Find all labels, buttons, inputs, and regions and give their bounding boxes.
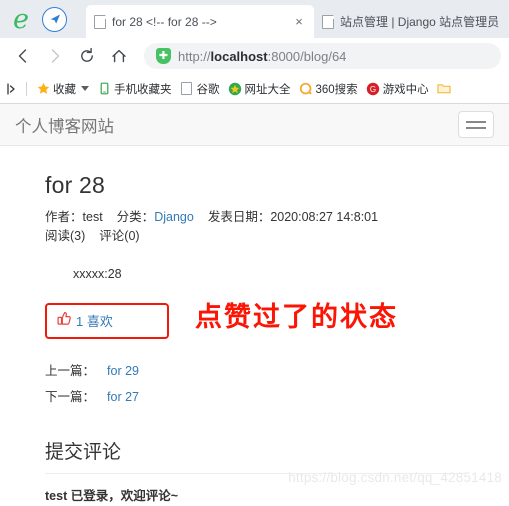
bookmark-hao123[interactable]: 网址大全 <box>226 81 293 97</box>
author-label: 作者： <box>45 210 83 224</box>
url-text: http://localhost:8000/blog/64 <box>178 48 347 64</box>
url-host: localhost <box>210 48 268 64</box>
bookmark-label: 网址大全 <box>244 83 291 96</box>
browser-window: e for 28 <!-- for 28 --> × 站点管理 | Django… <box>0 0 509 506</box>
star-icon <box>36 82 50 96</box>
hamburger-menu-icon[interactable] <box>458 111 494 138</box>
content-container: for 28 作者：test 分类：Django 发表日期：2020:08:27 1… <box>0 172 509 506</box>
red-annotation-text: 点赞过了的状态 <box>195 302 398 332</box>
divider <box>26 81 27 96</box>
like-button[interactable]: 1 喜欢 <box>51 311 113 330</box>
chevron-down-icon[interactable] <box>81 86 89 91</box>
tab-title: for 28 <!-- for 28 --> <box>112 14 217 29</box>
forward-arrow-icon[interactable] <box>40 41 70 71</box>
bookmark-label: 游戏中心 <box>382 83 429 96</box>
bookmark-folder[interactable] <box>435 82 453 96</box>
reload-icon[interactable] <box>72 41 102 71</box>
doc-icon <box>180 82 194 96</box>
browser-tab-inactive[interactable]: 站点管理 | Django 站点管理员 <box>314 5 507 38</box>
folder-icon <box>437 82 451 96</box>
bookmark-label: 谷歌 <box>196 83 220 96</box>
360-search-icon <box>299 82 313 96</box>
category-link[interactable]: Django <box>154 210 194 224</box>
close-icon[interactable]: × <box>292 15 306 28</box>
comment-count: 评论(0) <box>99 229 140 244</box>
home-icon[interactable] <box>104 41 134 71</box>
bookmark-google[interactable]: 谷歌 <box>178 81 222 97</box>
bookmark-mobile-favorites[interactable]: 手机收藏夹 <box>95 81 174 97</box>
like-annotation-wrap: 1 喜欢 <box>45 302 169 340</box>
prev-label: 上一篇： <box>45 364 96 379</box>
date-value: 2020:08:27 14:8:01 <box>270 210 379 224</box>
post-title: for 28 <box>45 172 106 198</box>
post-navigation: 上一篇： for 29 下一篇： for 27 <box>45 359 464 410</box>
expand-bookmarks-icon[interactable] <box>5 82 19 96</box>
post-meta: 作者：test 分类：Django 发表日期：2020:08:27 14:8:01 … <box>45 208 464 247</box>
bookmark-game-center[interactable]: G 游戏中心 <box>364 81 431 97</box>
security-shield-icon: ✚ <box>156 48 171 64</box>
red-highlight-box: 1 喜欢 <box>45 302 169 340</box>
bookmark-360-search[interactable]: 360搜索 <box>297 81 360 97</box>
browser-brand-zone: e <box>0 0 86 38</box>
ie-e-logo-icon: e <box>13 3 29 35</box>
bookmark-label: 收藏 <box>53 83 76 96</box>
browser-tab-active[interactable]: for 28 <!-- for 28 --> × <box>86 5 314 38</box>
bookmarks-bar: 收藏 手机收藏夹 谷歌 网址大全 360搜索 G 游戏中心 <box>0 74 509 104</box>
site-navbar: 个人博客网站 <box>0 104 509 146</box>
tab-strip: e for 28 <!-- for 28 --> × 站点管理 | Django… <box>0 0 509 38</box>
bookmark-label: 手机收藏夹 <box>114 83 172 96</box>
next-post-link[interactable]: for 27 <box>107 390 139 404</box>
bookmark-label: 360搜索 <box>315 83 358 96</box>
tab-title: 站点管理 | Django 站点管理员 <box>340 15 499 29</box>
game-center-icon: G <box>366 82 380 96</box>
read-count: 阅读(3) <box>45 229 86 244</box>
svg-text:G: G <box>370 85 376 94</box>
next-label: 下一篇： <box>45 389 96 404</box>
comment-section-heading: 提交评论 <box>45 437 464 474</box>
author-value: test <box>82 210 103 224</box>
post-body: xxxxx:28 <box>73 266 122 281</box>
bookmark-favorites[interactable]: 收藏 <box>34 81 91 97</box>
hao123-icon <box>228 82 242 96</box>
address-bar[interactable]: ✚ http://localhost:8000/blog/64 <box>144 43 501 69</box>
page-icon <box>94 14 106 29</box>
thumbs-up-icon <box>57 311 72 329</box>
web-page-content: 个人博客网站 for 28 作者：test 分类：Django 发表日期：2020:… <box>0 104 509 506</box>
site-brand[interactable]: 个人博客网站 <box>15 113 114 137</box>
comment-login-notice: test 已登录，欢迎评论~ <box>45 488 179 503</box>
prev-post-link[interactable]: for 29 <box>107 364 139 378</box>
like-label: 1 喜欢 <box>76 313 113 329</box>
navigation-toolbar: ✚ http://localhost:8000/blog/64 <box>0 38 509 74</box>
page-icon <box>322 14 334 29</box>
category-label: 分类： <box>116 210 155 224</box>
date-label: 发表日期： <box>207 210 271 224</box>
back-arrow-icon[interactable] <box>8 41 38 71</box>
blue-arrow-icon[interactable] <box>42 6 67 32</box>
phone-icon <box>97 82 111 96</box>
